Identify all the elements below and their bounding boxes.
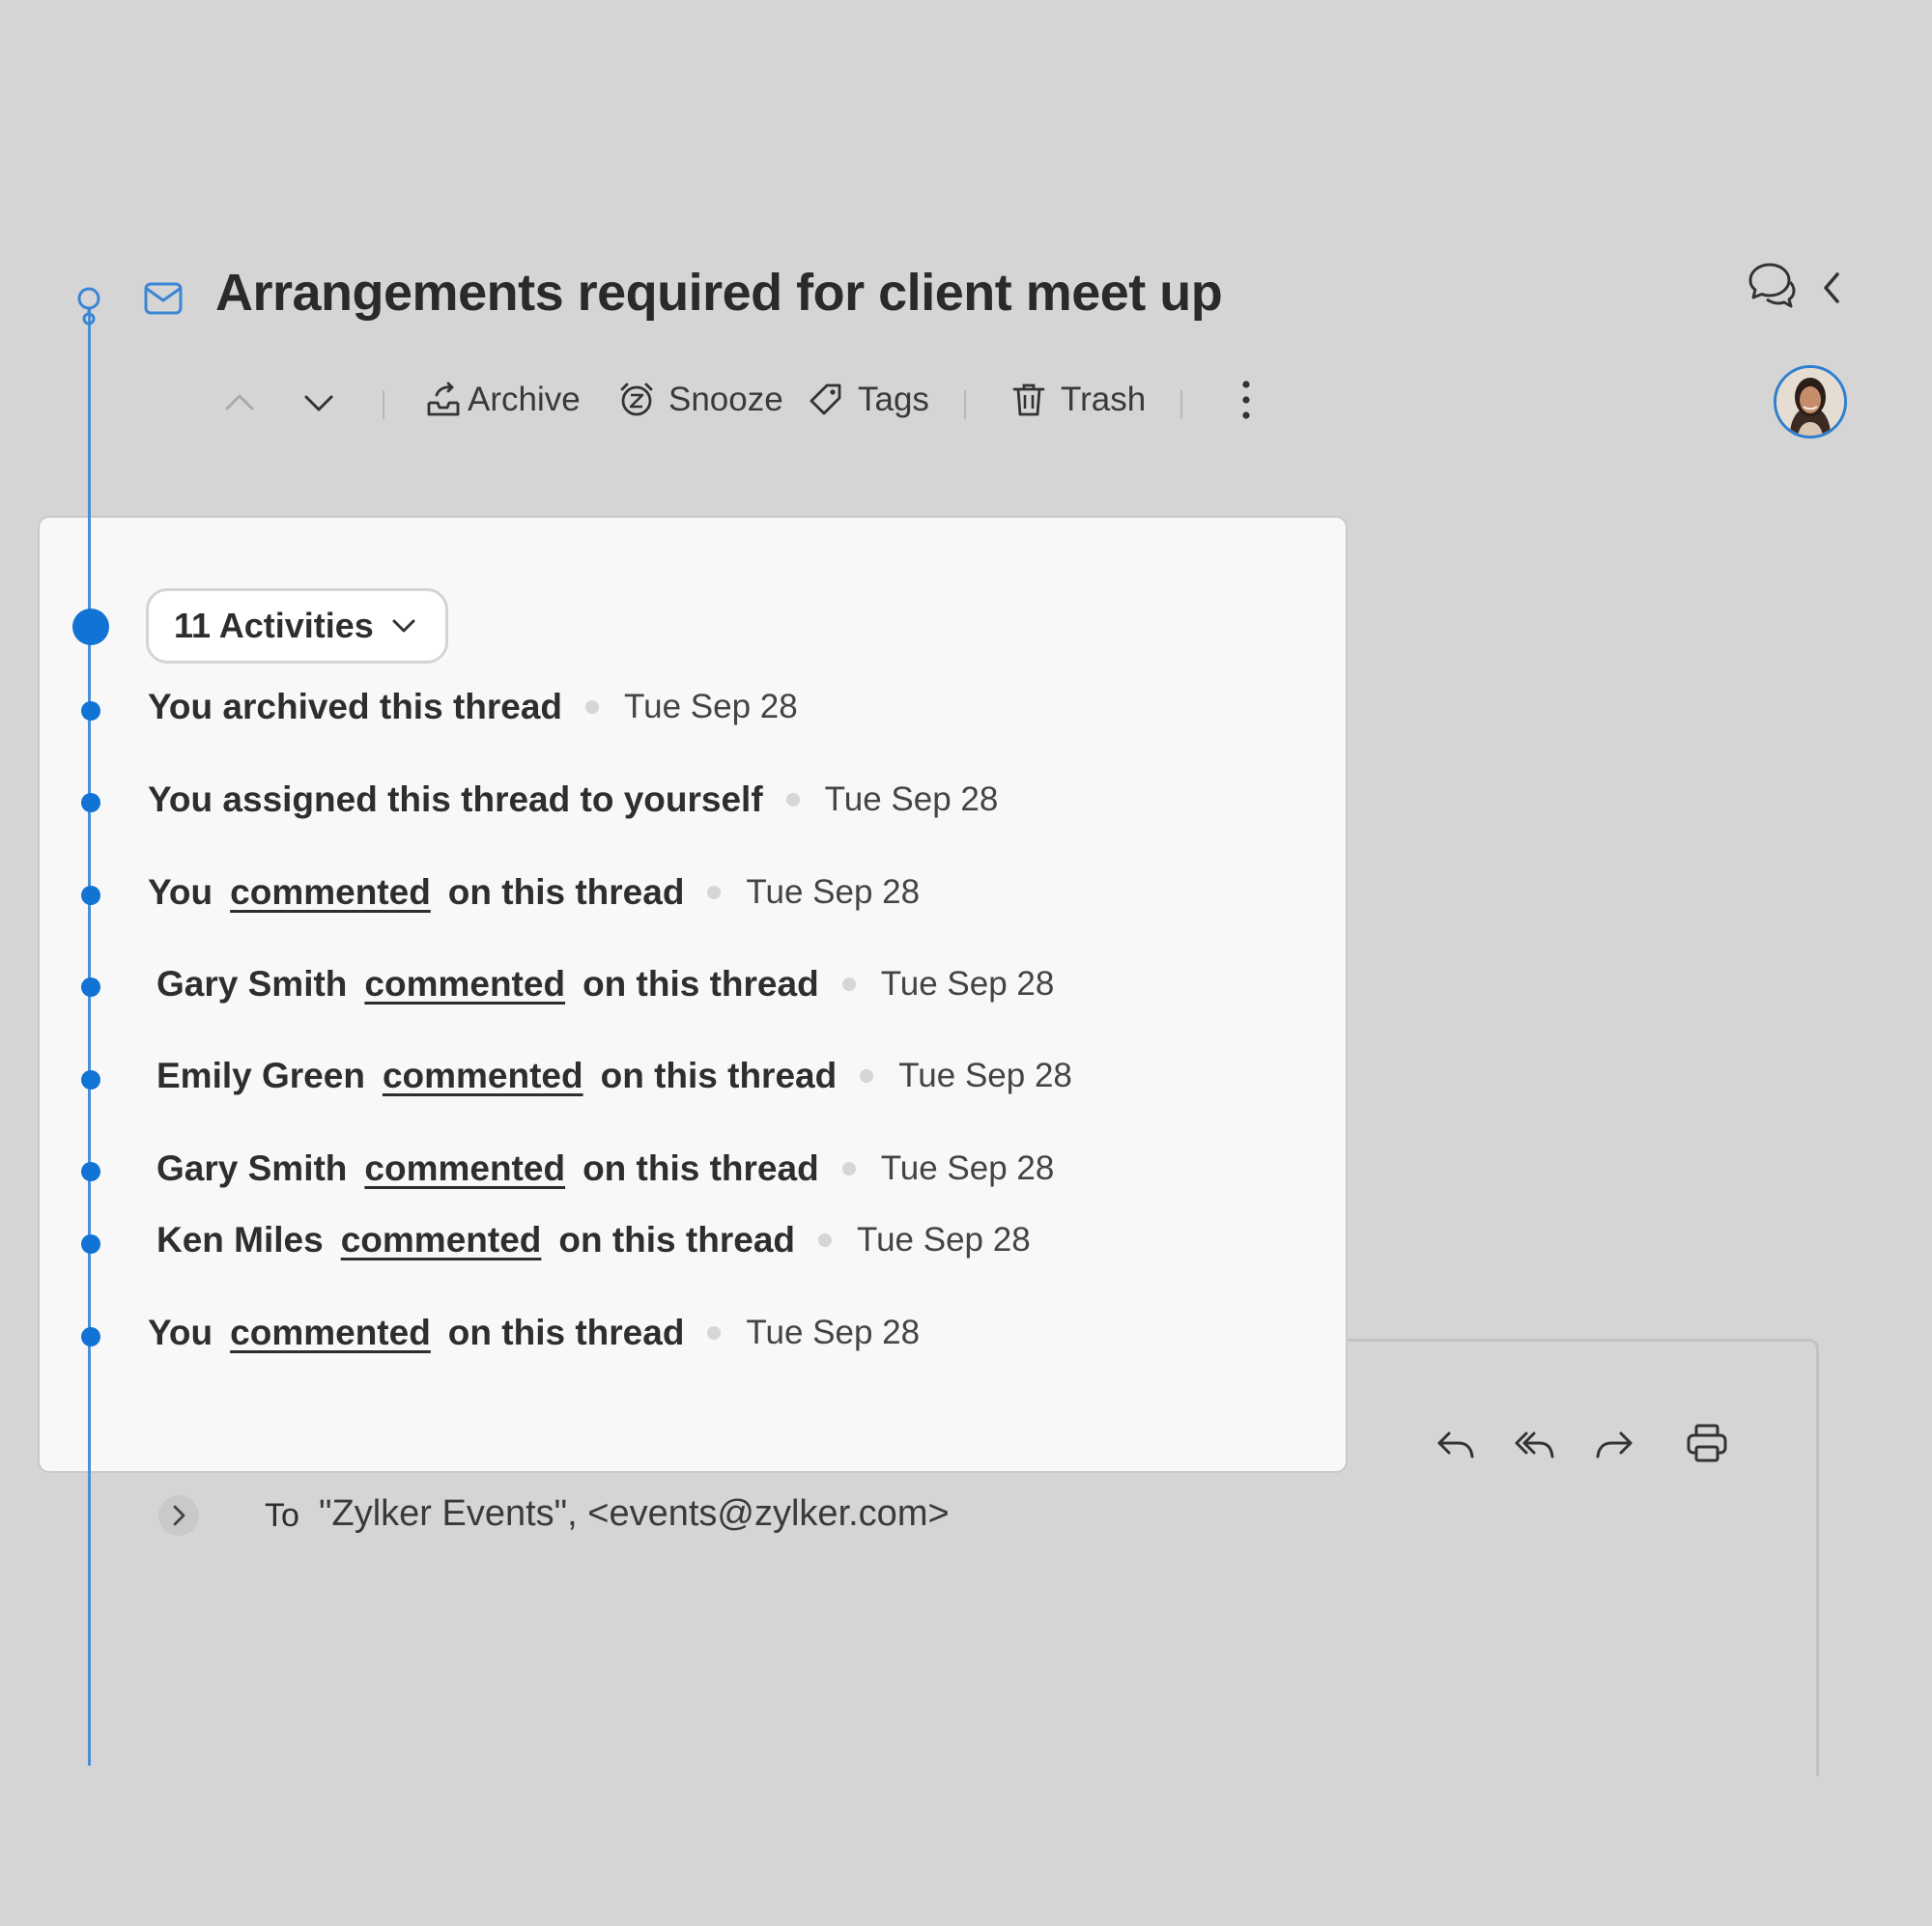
activity-actor: Emily Green [156, 1056, 365, 1095]
activity-suffix: on this thread [582, 964, 819, 1004]
activity-dot [81, 1327, 100, 1346]
activity-suffix: on this thread [582, 1148, 819, 1188]
activity-row: Gary Smith commented on this thread Tue … [156, 1145, 1054, 1193]
activity-date: Tue Sep 28 [824, 780, 999, 818]
separator-dot [818, 1233, 832, 1247]
archive-button[interactable]: Archive [425, 381, 581, 419]
separator-dot [707, 1326, 722, 1340]
commented-link[interactable]: commented [364, 964, 565, 1005]
trash-label: Trash [1061, 381, 1147, 418]
commented-link[interactable]: commented [230, 1313, 431, 1353]
activity-suffix: on this thread [447, 872, 685, 912]
activity-date: Tue Sep 28 [746, 873, 921, 911]
activity-row: You assigned this thread to yourself Tue… [148, 776, 998, 824]
print-icon[interactable] [1685, 1422, 1729, 1466]
archive-tray-icon [427, 382, 460, 416]
commented-link[interactable]: commented [383, 1056, 583, 1096]
activity-date: Tue Sep 28 [746, 1314, 921, 1351]
activity-dot [81, 1162, 100, 1181]
chevron-left-icon[interactable] [1818, 269, 1847, 307]
chevron-down-icon [392, 619, 415, 633]
activity-dot [81, 977, 100, 997]
tags-button[interactable]: Tags [808, 381, 929, 419]
activity-actor: Gary Smith [156, 964, 348, 1004]
reply-icon[interactable] [1434, 1422, 1478, 1466]
activity-row: Ken Miles commented on this thread Tue S… [156, 1216, 1031, 1264]
avatar[interactable] [1774, 365, 1847, 439]
activity-date: Tue Sep 28 [857, 1221, 1031, 1259]
to-recipient[interactable]: "Zylker Events", <events@zylker.com> [319, 1493, 950, 1535]
toolbar-divider [383, 390, 384, 419]
archive-label: Archive [468, 381, 581, 418]
activities-dropdown[interactable]: 11 Activities [146, 588, 448, 664]
activity-date: Tue Sep 28 [880, 1149, 1055, 1187]
snooze-clock-icon [620, 382, 653, 416]
commented-link[interactable]: commented [230, 872, 431, 913]
thread-title: Arrangements required for client meet up [215, 264, 1223, 322]
reply-all-icon[interactable] [1513, 1422, 1557, 1466]
activity-row: You commented on this thread Tue Sep 28 [148, 868, 920, 917]
toolbar-divider [1180, 390, 1182, 419]
snooze-button[interactable]: Snooze [618, 381, 783, 419]
trash-button[interactable]: Trash [1010, 381, 1146, 419]
forward-icon[interactable] [1592, 1422, 1636, 1466]
tags-label: Tags [858, 381, 929, 418]
mail-icon [144, 282, 183, 315]
activity-row: You archived this thread Tue Sep 28 [148, 683, 798, 731]
separator-dot [860, 1069, 874, 1083]
activity-date: Tue Sep 28 [880, 965, 1055, 1003]
separator-dot [785, 793, 800, 807]
chevron-right-icon [173, 1505, 185, 1526]
activity-dot [81, 793, 100, 812]
trash-icon [1012, 383, 1045, 416]
activity-suffix: on this thread [600, 1056, 838, 1095]
activities-count: 11 Activities [174, 606, 374, 645]
recipients-expand-button[interactable] [158, 1495, 199, 1536]
activity-dot [81, 701, 100, 721]
separator-dot [707, 886, 722, 899]
activity-row: You commented on this thread Tue Sep 28 [148, 1309, 920, 1357]
toolbar-divider [964, 390, 966, 419]
activity-dot [81, 1234, 100, 1254]
activity-text: You archived this thread [148, 687, 563, 726]
separator-dot [841, 1162, 856, 1175]
to-label: To [265, 1497, 299, 1534]
commented-link[interactable]: commented [364, 1148, 565, 1189]
activity-actor: Gary Smith [156, 1148, 348, 1188]
activity-suffix: on this thread [558, 1220, 795, 1260]
commented-link[interactable]: commented [341, 1220, 542, 1260]
activity-text: You assigned this thread to yourself [148, 779, 763, 819]
activity-dot [81, 886, 100, 905]
more-vertical-icon[interactable] [1235, 379, 1258, 421]
activity-actor: You [148, 872, 213, 912]
activity-row: Gary Smith commented on this thread Tue … [156, 960, 1054, 1008]
snooze-label: Snooze [668, 381, 783, 418]
activity-actor: Ken Miles [156, 1220, 324, 1260]
user-avatar-icon [1776, 368, 1844, 436]
separator-dot [585, 700, 600, 714]
activity-dot [81, 1070, 100, 1090]
chat-bubbles-icon[interactable] [1745, 259, 1799, 313]
activity-date: Tue Sep 28 [624, 688, 798, 725]
separator-dot [841, 977, 856, 991]
activity-row: Emily Green commented on this thread Tue… [156, 1052, 1072, 1100]
chevron-down-icon[interactable] [300, 384, 337, 421]
chevron-up-icon[interactable] [221, 384, 258, 421]
activity-actor: You [148, 1313, 213, 1352]
tag-icon [810, 383, 841, 415]
activity-date: Tue Sep 28 [898, 1057, 1072, 1094]
activity-suffix: on this thread [447, 1313, 685, 1352]
timeline-start-node-icon [77, 287, 100, 326]
activities-timeline-node [72, 609, 109, 645]
